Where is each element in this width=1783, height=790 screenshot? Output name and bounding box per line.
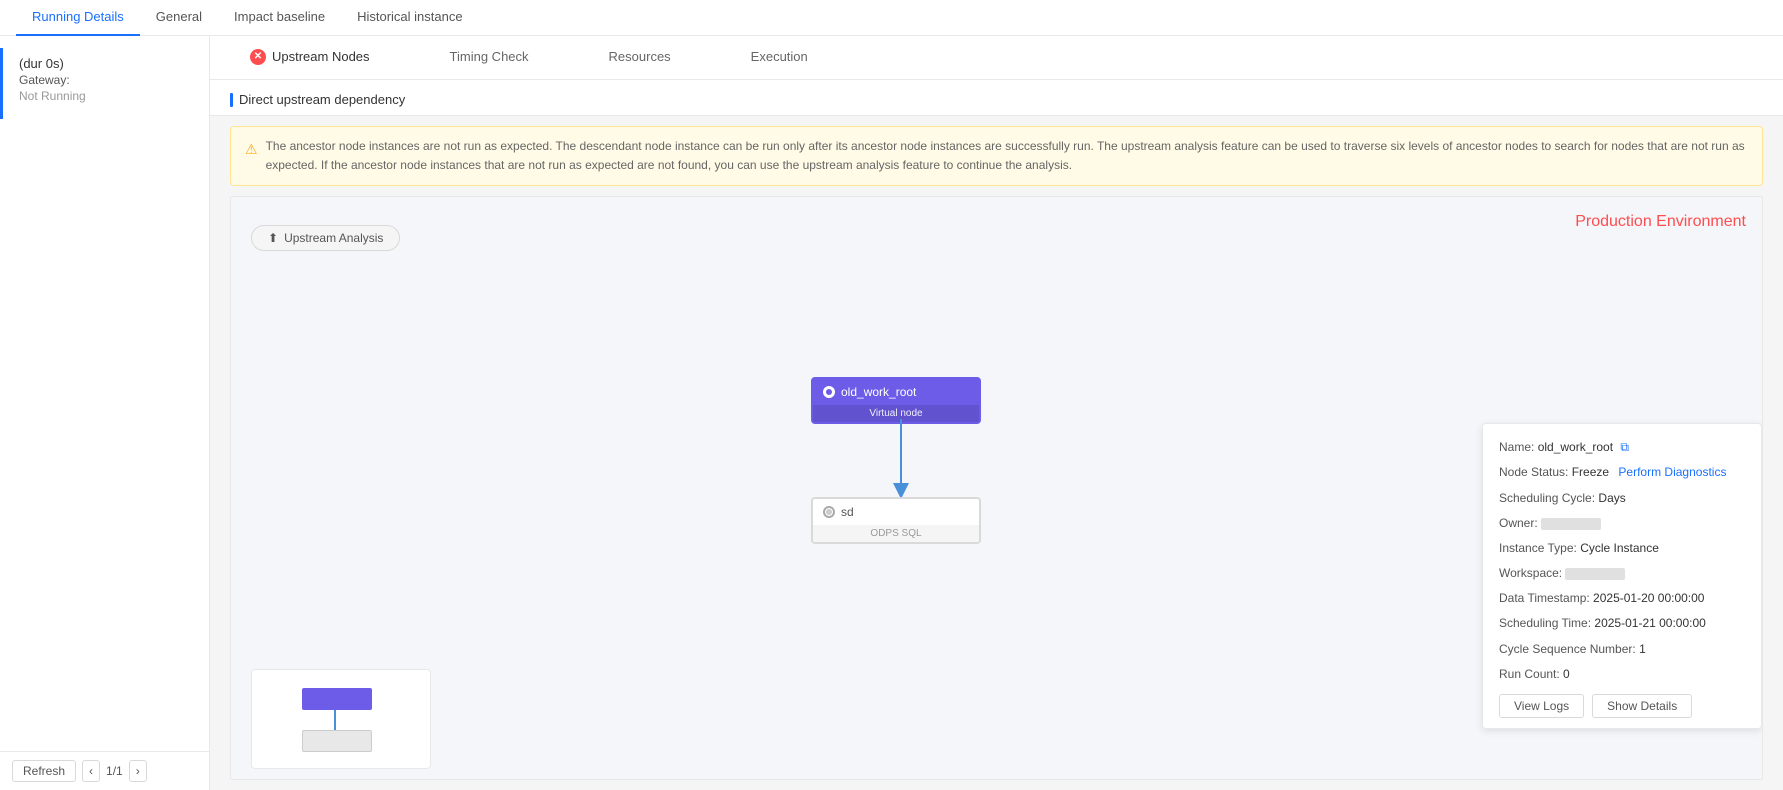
detail-data-ts-val: 2025-01-20 00:00:00 [1593, 591, 1704, 605]
detail-run-count-val: 0 [1563, 667, 1570, 681]
detail-workspace-val [1565, 568, 1625, 580]
tab-impact-baseline[interactable]: Impact baseline [218, 0, 341, 36]
detail-cycle-seq-row: Cycle Sequence Number: 1 [1499, 640, 1745, 659]
detail-status-row: Node Status: Freeze Perform Diagnostics [1499, 463, 1745, 482]
warning-icon: ⚠ [245, 138, 258, 175]
app-container: Running Details General Impact baseline … [0, 0, 1783, 790]
detail-panel: Name: old_work_root ⧉ Node Status: Freez… [1482, 423, 1762, 729]
dependency-label: Direct upstream dependency [230, 92, 1763, 107]
detail-sched-cycle-val: Days [1598, 491, 1625, 505]
node-type: Virtual node [813, 405, 979, 422]
page-indicator: 1/1 [106, 764, 123, 778]
main-body: (dur 0s) Gateway: Not Running Refresh ‹ … [0, 36, 1783, 790]
detail-actions: View Logs Show Details [1499, 694, 1745, 718]
node-sd-name: sd [841, 505, 854, 519]
graph-canvas: ⬆ Upstream Analysis Production Environme… [230, 196, 1763, 780]
tab-general[interactable]: General [140, 0, 218, 36]
diagnose-link[interactable]: Perform Diagnostics [1618, 465, 1726, 479]
refresh-button[interactable]: Refresh [12, 760, 76, 782]
detail-sched-cycle-row: Scheduling Cycle: Days [1499, 489, 1745, 508]
upload-icon: ⬆ [268, 231, 278, 245]
node-old-work-root[interactable]: old_work_root Virtual node [811, 377, 981, 424]
node-sd[interactable]: sd ODPS SQL [811, 497, 981, 544]
detail-owner-val [1541, 518, 1601, 530]
detail-name-val: old_work_root [1538, 440, 1613, 454]
detail-cycle-seq-val: 1 [1639, 642, 1646, 656]
tab-running-details[interactable]: Running Details [16, 0, 140, 36]
sub-tab-timing-check[interactable]: Timing Check [410, 36, 569, 80]
detail-name-row: Name: old_work_root ⧉ [1499, 438, 1745, 457]
nav-prev-button[interactable]: ‹ [82, 760, 100, 782]
detail-data-ts-row: Data Timestamp: 2025-01-20 00:00:00 [1499, 589, 1745, 608]
tab-historical-instance[interactable]: Historical instance [341, 0, 479, 36]
node-name: old_work_root [841, 385, 916, 399]
detail-run-count-row: Run Count: 0 [1499, 665, 1745, 684]
content-area: ✕ Upstream Nodes Timing Check Resources … [210, 36, 1783, 790]
production-label: Production Environment [1575, 213, 1746, 231]
sidebar-status: Not Running [19, 89, 193, 103]
dependency-section: Direct upstream dependency [210, 80, 1783, 116]
sub-tab-bar: ✕ Upstream Nodes Timing Check Resources … [210, 36, 1783, 80]
left-sidebar: (dur 0s) Gateway: Not Running Refresh ‹ … [0, 36, 210, 790]
sub-tab-upstream-nodes[interactable]: ✕ Upstream Nodes [210, 36, 410, 80]
sidebar-bottom: Refresh ‹ 1/1 › [0, 751, 209, 790]
view-logs-button[interactable]: View Logs [1499, 694, 1584, 718]
sidebar-dur: (dur 0s) [19, 56, 193, 71]
mini-map [251, 669, 431, 769]
top-tab-bar: Running Details General Impact baseline … [0, 0, 1783, 36]
copy-icon[interactable]: ⧉ [1620, 440, 1629, 454]
show-details-button[interactable]: Show Details [1592, 694, 1692, 718]
error-icon: ✕ [250, 49, 266, 65]
node-circle-gray-icon [823, 506, 835, 518]
node-circle-icon [823, 386, 835, 398]
nav-next-button[interactable]: › [129, 760, 147, 782]
warning-text: The ancestor node instances are not run … [266, 137, 1748, 175]
node-sd-type: ODPS SQL [813, 525, 979, 542]
detail-status-val: Freeze [1572, 465, 1609, 479]
upstream-analysis-button[interactable]: ⬆ Upstream Analysis [251, 225, 400, 251]
detail-instance-type-row: Instance Type: Cycle Instance [1499, 539, 1745, 558]
sidebar-gateway-label: Gateway: [19, 73, 193, 87]
detail-instance-type-val: Cycle Instance [1580, 541, 1659, 555]
detail-workspace-row: Workspace: [1499, 564, 1745, 583]
sub-tab-resources[interactable]: Resources [569, 36, 711, 80]
arrow-svg [891, 419, 911, 499]
sidebar-node-info: (dur 0s) Gateway: Not Running [0, 48, 209, 119]
sub-tab-execution[interactable]: Execution [711, 36, 848, 80]
detail-sched-time-row: Scheduling Time: 2025-01-21 00:00:00 [1499, 614, 1745, 633]
detail-owner-row: Owner: [1499, 514, 1745, 533]
warning-banner: ⚠ The ancestor node instances are not ru… [230, 126, 1763, 186]
detail-sched-time-val: 2025-01-21 00:00:00 [1594, 616, 1705, 630]
